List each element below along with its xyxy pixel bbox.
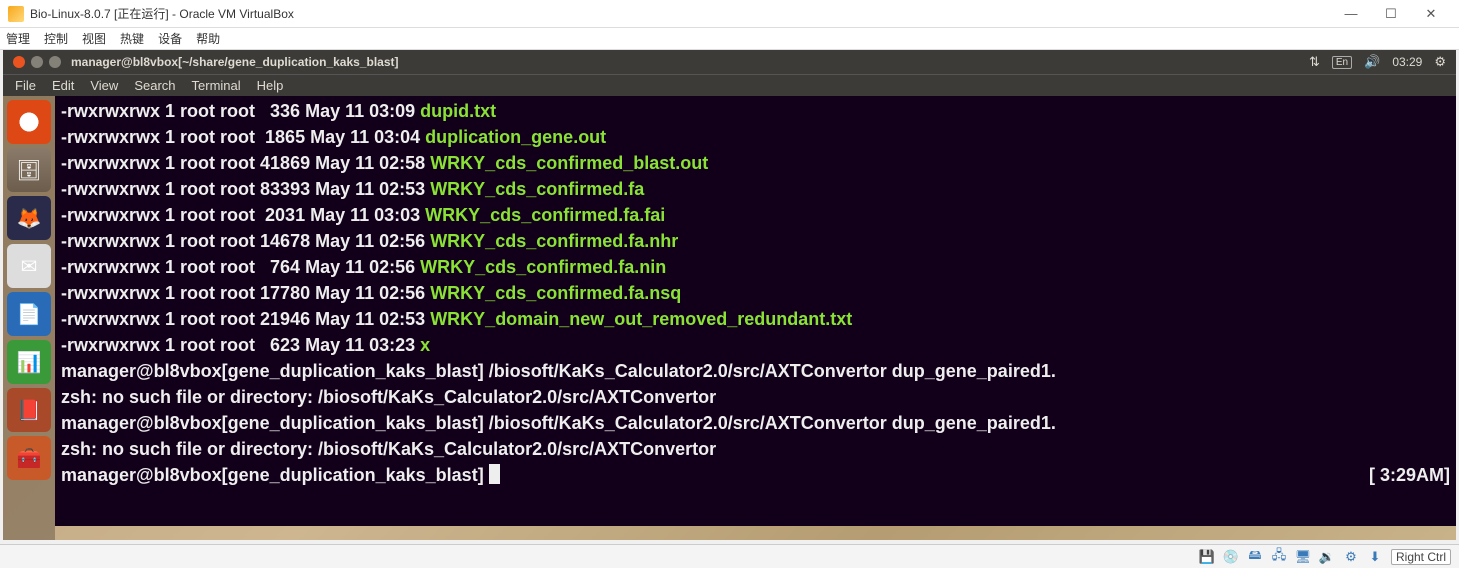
ls-row: -rwxrwxrwx 1 root root 1865 May 11 03:04… bbox=[61, 124, 1450, 150]
ls-row: -rwxrwxrwx 1 root root 623 May 11 03:23 … bbox=[61, 332, 1450, 358]
vbox-menu-help[interactable]: 帮助 bbox=[196, 30, 220, 47]
network-icon[interactable]: ⇅ bbox=[1309, 54, 1320, 70]
ls-row: -rwxrwxrwx 1 root root 17780 May 11 02:5… bbox=[61, 280, 1450, 306]
host-key-indicator: Right Ctrl bbox=[1391, 549, 1451, 565]
clock[interactable]: 03:29 bbox=[1392, 55, 1422, 69]
launcher-impress[interactable]: 📕 bbox=[7, 388, 51, 432]
ls-perms: -rwxrwxrwx 1 root root 41869 May 11 02:5… bbox=[61, 153, 430, 173]
status-capture-icon[interactable]: ⬇ bbox=[1367, 549, 1383, 565]
launcher-writer[interactable]: 📄 bbox=[7, 292, 51, 336]
ls-perms: -rwxrwxrwx 1 root root 21946 May 11 02:5… bbox=[61, 309, 430, 329]
status-cd-icon[interactable]: 💿 bbox=[1223, 549, 1239, 565]
terminal-menu-file[interactable]: File bbox=[15, 78, 36, 93]
launcher-other[interactable]: 🧰 bbox=[7, 436, 51, 480]
ls-filename: duplication_gene.out bbox=[425, 127, 606, 147]
right-prompt-time: [ 3:29AM] bbox=[1369, 462, 1450, 488]
ls-filename: WRKY_cds_confirmed.fa.fai bbox=[425, 205, 665, 225]
status-hd-icon[interactable]: 💾 bbox=[1199, 549, 1215, 565]
terminal-menu-help[interactable]: Help bbox=[257, 78, 284, 93]
panel-title: manager@bl8vbox[~/share/gene_duplication… bbox=[71, 55, 1309, 69]
ls-filename: x bbox=[420, 335, 430, 355]
ls-row: -rwxrwxrwx 1 root root 764 May 11 02:56 … bbox=[61, 254, 1450, 280]
ls-perms: -rwxrwxrwx 1 root root 2031 May 11 03:03 bbox=[61, 205, 425, 225]
prompt-line: manager@bl8vbox[gene_duplication_kaks_bl… bbox=[61, 410, 1450, 436]
vbox-menu-view[interactable]: 视图 bbox=[82, 30, 106, 47]
ls-perms: -rwxrwxrwx 1 root root 764 May 11 02:56 bbox=[61, 257, 420, 277]
shell-prompt: manager@bl8vbox[gene_duplication_kaks_bl… bbox=[61, 361, 489, 381]
ls-row: -rwxrwxrwx 1 root root 14678 May 11 02:5… bbox=[61, 228, 1450, 254]
shell-prompt: manager@bl8vbox[gene_duplication_kaks_bl… bbox=[61, 413, 489, 433]
launcher-calc[interactable]: 📊 bbox=[7, 340, 51, 384]
terminal[interactable]: -rwxrwxrwx 1 root root 336 May 11 03:09 … bbox=[55, 96, 1456, 526]
virtualbox-icon bbox=[8, 6, 24, 22]
vbox-menu-manage[interactable]: 管理 bbox=[6, 30, 30, 47]
language-indicator[interactable]: En bbox=[1332, 56, 1352, 69]
terminal-menu-terminal[interactable]: Terminal bbox=[192, 78, 241, 93]
window-maximize-icon[interactable] bbox=[49, 56, 61, 68]
maximize-button[interactable]: ☐ bbox=[1371, 3, 1411, 25]
shell-prompt: manager@bl8vbox[gene_duplication_kaks_bl… bbox=[61, 465, 489, 485]
window-minimize-icon[interactable] bbox=[31, 56, 43, 68]
status-settings-icon[interactable]: ⚙ bbox=[1343, 549, 1359, 565]
status-disk-icon[interactable]: 🖴 bbox=[1247, 549, 1263, 565]
window-close-icon[interactable] bbox=[13, 56, 25, 68]
ls-filename: WRKY_cds_confirmed.fa.nhr bbox=[430, 231, 678, 251]
terminal-menu-edit[interactable]: Edit bbox=[52, 78, 74, 93]
cursor bbox=[489, 464, 500, 484]
ls-row: -rwxrwxrwx 1 root root 336 May 11 03:09 … bbox=[61, 98, 1450, 124]
vbox-menu-control[interactable]: 控制 bbox=[44, 30, 68, 47]
ls-perms: -rwxrwxrwx 1 root root 623 May 11 03:23 bbox=[61, 335, 420, 355]
ls-perms: -rwxrwxrwx 1 root root 14678 May 11 02:5… bbox=[61, 231, 430, 251]
ls-perms: -rwxrwxrwx 1 root root 336 May 11 03:09 bbox=[61, 101, 420, 121]
ls-row: -rwxrwxrwx 1 root root 41869 May 11 02:5… bbox=[61, 150, 1450, 176]
ls-filename: dupid.txt bbox=[420, 101, 496, 121]
ls-perms: -rwxrwxrwx 1 root root 83393 May 11 02:5… bbox=[61, 179, 430, 199]
shell-command: /biosoft/KaKs_Calculator2.0/src/AXTConve… bbox=[489, 413, 1056, 433]
error-line: zsh: no such file or directory: /biosoft… bbox=[61, 384, 1450, 410]
sound-icon[interactable]: 🔊 bbox=[1364, 54, 1380, 70]
vbox-menu-devices[interactable]: 设备 bbox=[158, 30, 182, 47]
ls-filename: WRKY_domain_new_out_removed_redundant.tx… bbox=[430, 309, 852, 329]
terminal-menubar: File Edit View Search Terminal Help bbox=[3, 74, 1456, 96]
launcher-firefox[interactable]: 🦊 bbox=[7, 196, 51, 240]
vbox-statusbar: 💾 💿 🖴 🖧 🖥 🔉 ⚙ ⬇ Right Ctrl bbox=[0, 544, 1459, 568]
vbox-title: Bio-Linux-8.0.7 [正在运行] - Oracle VM Virtu… bbox=[30, 5, 1331, 22]
ls-row: -rwxrwxrwx 1 root root 21946 May 11 02:5… bbox=[61, 306, 1450, 332]
status-audio-icon[interactable]: 🔉 bbox=[1319, 549, 1335, 565]
terminal-menu-view[interactable]: View bbox=[90, 78, 118, 93]
guest-desktop: manager@bl8vbox[~/share/gene_duplication… bbox=[3, 50, 1456, 540]
window-controls bbox=[3, 56, 71, 68]
status-display-icon[interactable]: 🖥 bbox=[1295, 549, 1311, 565]
ls-filename: WRKY_cds_confirmed.fa bbox=[430, 179, 644, 199]
launcher-files[interactable]: 🗄 bbox=[7, 148, 51, 192]
vbox-menu-hotkey[interactable]: 热键 bbox=[120, 30, 144, 47]
close-button[interactable]: ✕ bbox=[1411, 3, 1451, 25]
ls-filename: WRKY_cds_confirmed.fa.nsq bbox=[430, 283, 681, 303]
gear-icon[interactable]: ⚙ bbox=[1434, 54, 1446, 70]
launcher-mail[interactable]: ✉ bbox=[7, 244, 51, 288]
terminal-menu-search[interactable]: Search bbox=[134, 78, 175, 93]
ls-row: -rwxrwxrwx 1 root root 2031 May 11 03:03… bbox=[61, 202, 1450, 228]
vbox-titlebar: Bio-Linux-8.0.7 [正在运行] - Oracle VM Virtu… bbox=[0, 0, 1459, 28]
error-line: zsh: no such file or directory: /biosoft… bbox=[61, 436, 1450, 462]
system-tray: ⇅ En 🔊 03:29 ⚙ bbox=[1309, 54, 1456, 70]
ls-perms: -rwxrwxrwx 1 root root 1865 May 11 03:04 bbox=[61, 127, 425, 147]
ls-row: -rwxrwxrwx 1 root root 83393 May 11 02:5… bbox=[61, 176, 1450, 202]
prompt-line: manager@bl8vbox[gene_duplication_kaks_bl… bbox=[61, 358, 1450, 384]
shell-command: /biosoft/KaKs_Calculator2.0/src/AXTConve… bbox=[489, 361, 1056, 381]
ubuntu-panel: manager@bl8vbox[~/share/gene_duplication… bbox=[3, 50, 1456, 74]
ls-perms: -rwxrwxrwx 1 root root 17780 May 11 02:5… bbox=[61, 283, 430, 303]
launcher-dash[interactable]: ◉ bbox=[7, 100, 51, 144]
prompt-line-current[interactable]: manager@bl8vbox[gene_duplication_kaks_bl… bbox=[61, 462, 1450, 488]
minimize-button[interactable]: — bbox=[1331, 3, 1371, 25]
vbox-menubar: 管理 控制 视图 热键 设备 帮助 bbox=[0, 28, 1459, 50]
status-net-icon[interactable]: 🖧 bbox=[1271, 549, 1287, 565]
unity-launcher: ◉ 🗄 🦊 ✉ 📄 📊 📕 🧰 bbox=[3, 96, 55, 540]
ls-filename: WRKY_cds_confirmed_blast.out bbox=[430, 153, 708, 173]
ls-filename: WRKY_cds_confirmed.fa.nin bbox=[420, 257, 666, 277]
